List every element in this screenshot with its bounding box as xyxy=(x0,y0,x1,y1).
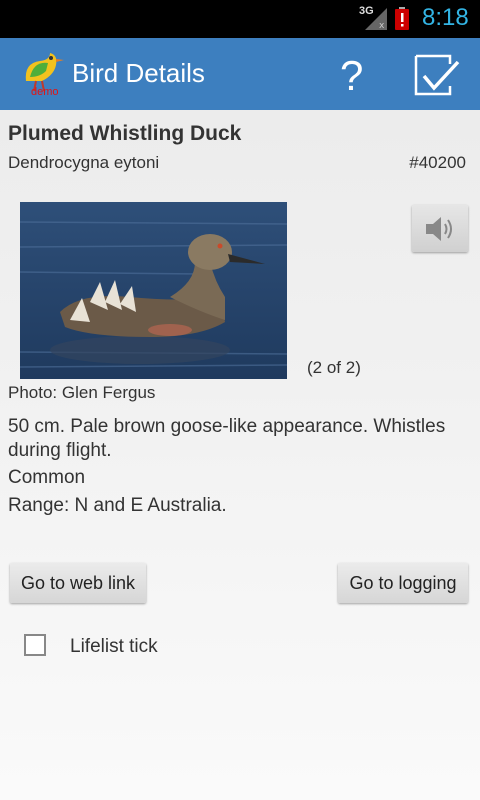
bird-common-name: Plumed Whistling Duck xyxy=(8,122,242,145)
status-bar: 3G x 8:18 xyxy=(0,0,480,38)
bird-scientific-name: Dendrocygna eytoni xyxy=(8,153,160,172)
checklist-icon[interactable] xyxy=(412,52,462,98)
bird-description: 50 cm. Pale brown goose-like appearance.… xyxy=(8,416,446,461)
photo-counter: (2 of 2) xyxy=(307,358,361,377)
lifelist-checkbox[interactable] xyxy=(24,634,46,656)
svg-text:?: ? xyxy=(340,52,363,99)
svg-text:x: x xyxy=(379,21,385,30)
bird-id: #40200 xyxy=(409,153,466,172)
play-sound-button[interactable] xyxy=(412,205,468,252)
photo-credit: Photo: Glen Fergus xyxy=(8,383,156,402)
battery-alert-icon xyxy=(395,7,409,30)
bird-photo[interactable] xyxy=(20,202,287,379)
bird-details-content: Plumed Whistling Duck Dendrocygna eytoni… xyxy=(0,110,480,800)
page-title: Bird Details xyxy=(72,58,205,88)
speaker-icon xyxy=(426,217,452,241)
clock: 8:18 xyxy=(422,4,469,31)
go-to-web-link-button[interactable]: Go to web link xyxy=(10,563,146,603)
lifelist-label: Lifelist tick xyxy=(70,636,158,657)
bird-status: Common xyxy=(8,467,86,488)
go-to-logging-button[interactable]: Go to logging xyxy=(338,563,468,603)
action-bar: demo Bird Details ? xyxy=(0,38,480,110)
app-logo-icon[interactable]: demo xyxy=(20,51,66,97)
signal-icon: x xyxy=(365,8,387,30)
logo-badge: demo xyxy=(31,86,59,97)
bird-range: Range: N and E Australia. xyxy=(8,495,227,516)
help-icon[interactable]: ? xyxy=(328,48,378,100)
